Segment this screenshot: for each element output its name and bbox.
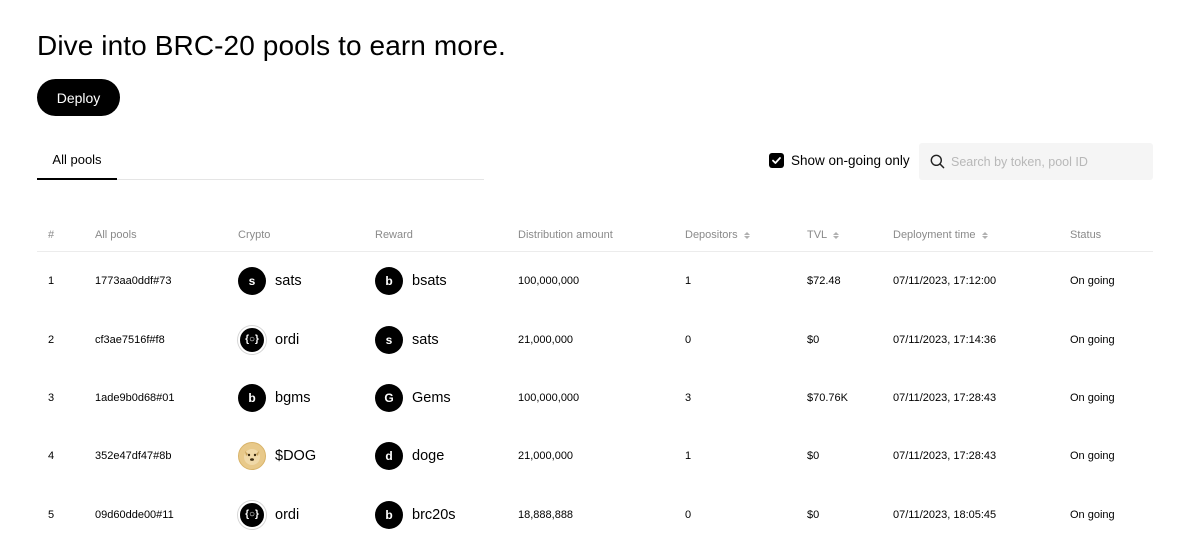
page-title: Dive into BRC-20 pools to earn more. <box>37 30 506 61</box>
reward-token-name: Gems <box>412 389 451 406</box>
depositors-count: 0 <box>685 333 692 346</box>
reward-cell: b brc20s <box>375 486 456 544</box>
reward-token-name: bsats <box>412 273 447 290</box>
sort-icon[interactable] <box>981 231 988 239</box>
crypto-cell: {○} ordi <box>238 310 299 368</box>
crypto-cell: s sats <box>238 252 302 310</box>
row-number: 5 <box>48 508 55 521</box>
pool-id: 352e47df47#8b <box>95 450 172 463</box>
table-row[interactable]: 2 cf3ae7516f#f8 {○} ordi s sats 21,000,0… <box>37 310 1153 368</box>
status-text: On going <box>1070 391 1115 404</box>
col-header-tvl[interactable]: TVL <box>807 218 840 252</box>
tvl-value: $70.76K <box>807 391 848 404</box>
col-header-pool: All pools <box>95 229 137 241</box>
depositors-count: 1 <box>685 450 692 463</box>
ongoing-filter-label: Show on-going only <box>791 153 910 168</box>
col-header-status: Status <box>1070 229 1102 241</box>
sort-icon[interactable] <box>833 231 840 239</box>
reward-token-icon: G <box>375 383 403 412</box>
tab-all-pools[interactable]: All pools <box>37 140 117 180</box>
col-header-crypto: Crypto <box>238 229 271 241</box>
crypto-token-name: sats <box>275 273 302 290</box>
status-text: On going <box>1070 508 1115 521</box>
distribution-amount: 21,000,000 <box>518 450 574 463</box>
distribution-amount: 18,888,888 <box>518 508 574 521</box>
reward-cell: s sats <box>375 310 439 368</box>
tvl-value: $0 <box>807 450 820 463</box>
col-header-deployment-time-label: Deployment time <box>893 229 976 241</box>
status-text: On going <box>1070 450 1115 463</box>
row-number: 2 <box>48 333 55 346</box>
col-header-num: # <box>48 229 55 241</box>
crypto-token-name: ordi <box>275 331 300 348</box>
col-header-reward: Reward <box>375 229 413 241</box>
depositors-count: 3 <box>685 391 692 404</box>
table-row[interactable]: 4 352e47df47#8b $DOG d doge 21,000,000 1… <box>37 427 1153 485</box>
crypto-cell: {○} ordi <box>238 486 299 544</box>
row-number: 1 <box>48 275 55 288</box>
table-row[interactable]: 5 09d60dde00#11 {○} ordi b brc20s 18,888… <box>37 486 1153 544</box>
pool-id: cf3ae7516f#f8 <box>95 333 165 346</box>
crypto-cell: b bgms <box>238 369 310 427</box>
distribution-amount: 21,000,000 <box>518 333 574 346</box>
depositors-count: 1 <box>685 275 692 288</box>
deployment-time: 07/11/2023, 17:14:36 <box>893 333 997 346</box>
deployment-time: 07/11/2023, 17:12:00 <box>893 275 997 288</box>
col-header-distribution: Distribution amount <box>518 229 613 241</box>
table-body: 1 1773aa0ddf#73 s sats b bsats 100,000,0… <box>37 252 1153 544</box>
table-header: # All pools Crypto Reward Distribution a… <box>37 218 1153 252</box>
tvl-value: $0 <box>807 333 820 346</box>
col-header-deployment-time[interactable]: Deployment time <box>893 218 988 252</box>
reward-token-icon: s <box>375 325 403 354</box>
reward-token-icon: b <box>375 267 403 296</box>
crypto-token-icon: {○} <box>238 325 266 354</box>
pools-table: # All pools Crypto Reward Distribution a… <box>37 218 1153 544</box>
col-header-tvl-label: TVL <box>807 229 828 241</box>
tab-bar: All pools <box>37 140 484 180</box>
reward-token-icon: b <box>375 500 403 529</box>
crypto-token-icon: {○} <box>238 500 266 529</box>
reward-cell: d doge <box>375 427 444 485</box>
crypto-token-name: $DOG <box>275 448 317 465</box>
reward-token-name: doge <box>412 448 445 465</box>
distribution-amount: 100,000,000 <box>518 391 580 404</box>
deployment-time: 07/11/2023, 17:28:43 <box>893 450 997 463</box>
depositors-count: 0 <box>685 508 692 521</box>
show-ongoing-filter[interactable]: Show on-going only <box>769 153 910 168</box>
deployment-time: 07/11/2023, 18:05:45 <box>893 508 997 521</box>
row-number: 3 <box>48 391 55 404</box>
pool-id: 1ade9b0d68#01 <box>95 391 175 404</box>
reward-cell: G Gems <box>375 369 451 427</box>
search-icon <box>929 154 945 170</box>
table-row[interactable]: 1 1773aa0ddf#73 s sats b bsats 100,000,0… <box>37 252 1153 310</box>
dog-token-icon <box>238 442 266 471</box>
search-input[interactable] <box>951 154 1141 169</box>
pool-id: 1773aa0ddf#73 <box>95 275 172 288</box>
crypto-token-name: ordi <box>275 506 300 523</box>
reward-token-icon: d <box>375 442 403 471</box>
deploy-button[interactable]: Deploy <box>37 79 120 116</box>
col-header-depositors-label: Depositors <box>685 229 738 241</box>
crypto-token-icon: s <box>238 267 266 296</box>
col-header-depositors[interactable]: Depositors <box>685 218 750 252</box>
crypto-token-name: bgms <box>275 389 311 406</box>
search-box <box>919 143 1153 180</box>
tvl-value: $0 <box>807 508 820 521</box>
status-text: On going <box>1070 333 1115 346</box>
sort-icon[interactable] <box>743 231 750 239</box>
reward-token-name: sats <box>412 331 439 348</box>
row-number: 4 <box>48 450 55 463</box>
distribution-amount: 100,000,000 <box>518 275 580 288</box>
reward-token-name: brc20s <box>412 506 456 523</box>
pool-id: 09d60dde00#11 <box>95 508 174 521</box>
table-row[interactable]: 3 1ade9b0d68#01 b bgms G Gems 100,000,00… <box>37 369 1153 427</box>
ongoing-checkbox[interactable] <box>769 153 784 168</box>
crypto-token-icon: b <box>238 383 266 412</box>
crypto-cell: $DOG <box>238 427 316 485</box>
tvl-value: $72.48 <box>807 275 841 288</box>
status-text: On going <box>1070 275 1115 288</box>
check-icon <box>772 157 781 164</box>
reward-cell: b bsats <box>375 252 447 310</box>
deployment-time: 07/11/2023, 17:28:43 <box>893 391 997 404</box>
